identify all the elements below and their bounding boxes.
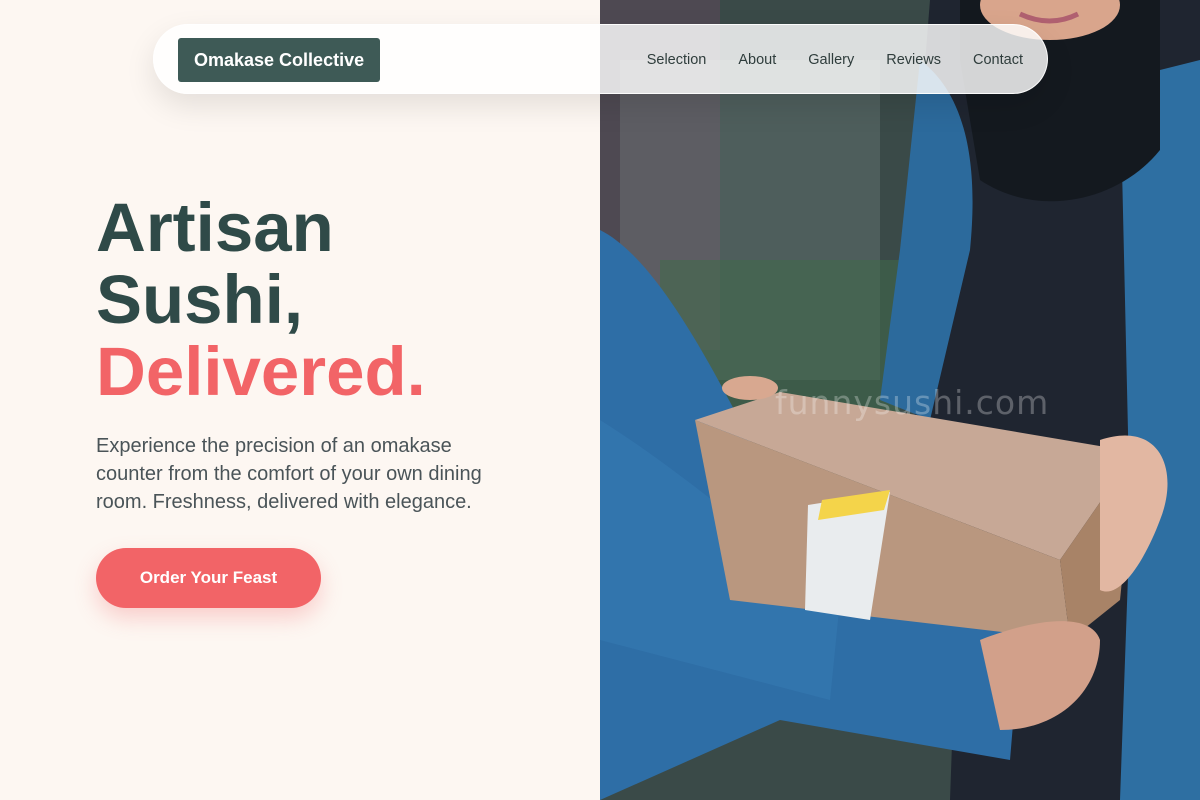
nav-link-about[interactable]: About	[738, 52, 776, 68]
headline-accent: Delivered.	[96, 333, 426, 410]
page: funnysushi.com Omakase Collective Select…	[0, 0, 1200, 800]
watermark-text: funnysushi.com	[775, 383, 1050, 422]
nav-link-contact[interactable]: Contact	[973, 52, 1023, 68]
nav-link-selection[interactable]: Selection	[647, 52, 707, 68]
brand-logo[interactable]: Omakase Collective	[178, 38, 381, 82]
nav-link-gallery[interactable]: Gallery	[808, 52, 854, 68]
headline-line-1: Artisan	[96, 189, 334, 266]
headline-line-2: Sushi,	[96, 261, 304, 338]
nav-link-reviews[interactable]: Reviews	[886, 52, 941, 68]
nav-links: Selection About Gallery Reviews Contact	[647, 25, 1023, 95]
top-navbar: Omakase Collective Selection About Galle…	[153, 24, 1048, 94]
order-feast-button[interactable]: Order Your Feast	[96, 548, 321, 608]
hero-subtext: Experience the precision of an omakase c…	[96, 435, 482, 513]
hero-headline: Artisan Sushi, Delivered.	[96, 192, 426, 408]
